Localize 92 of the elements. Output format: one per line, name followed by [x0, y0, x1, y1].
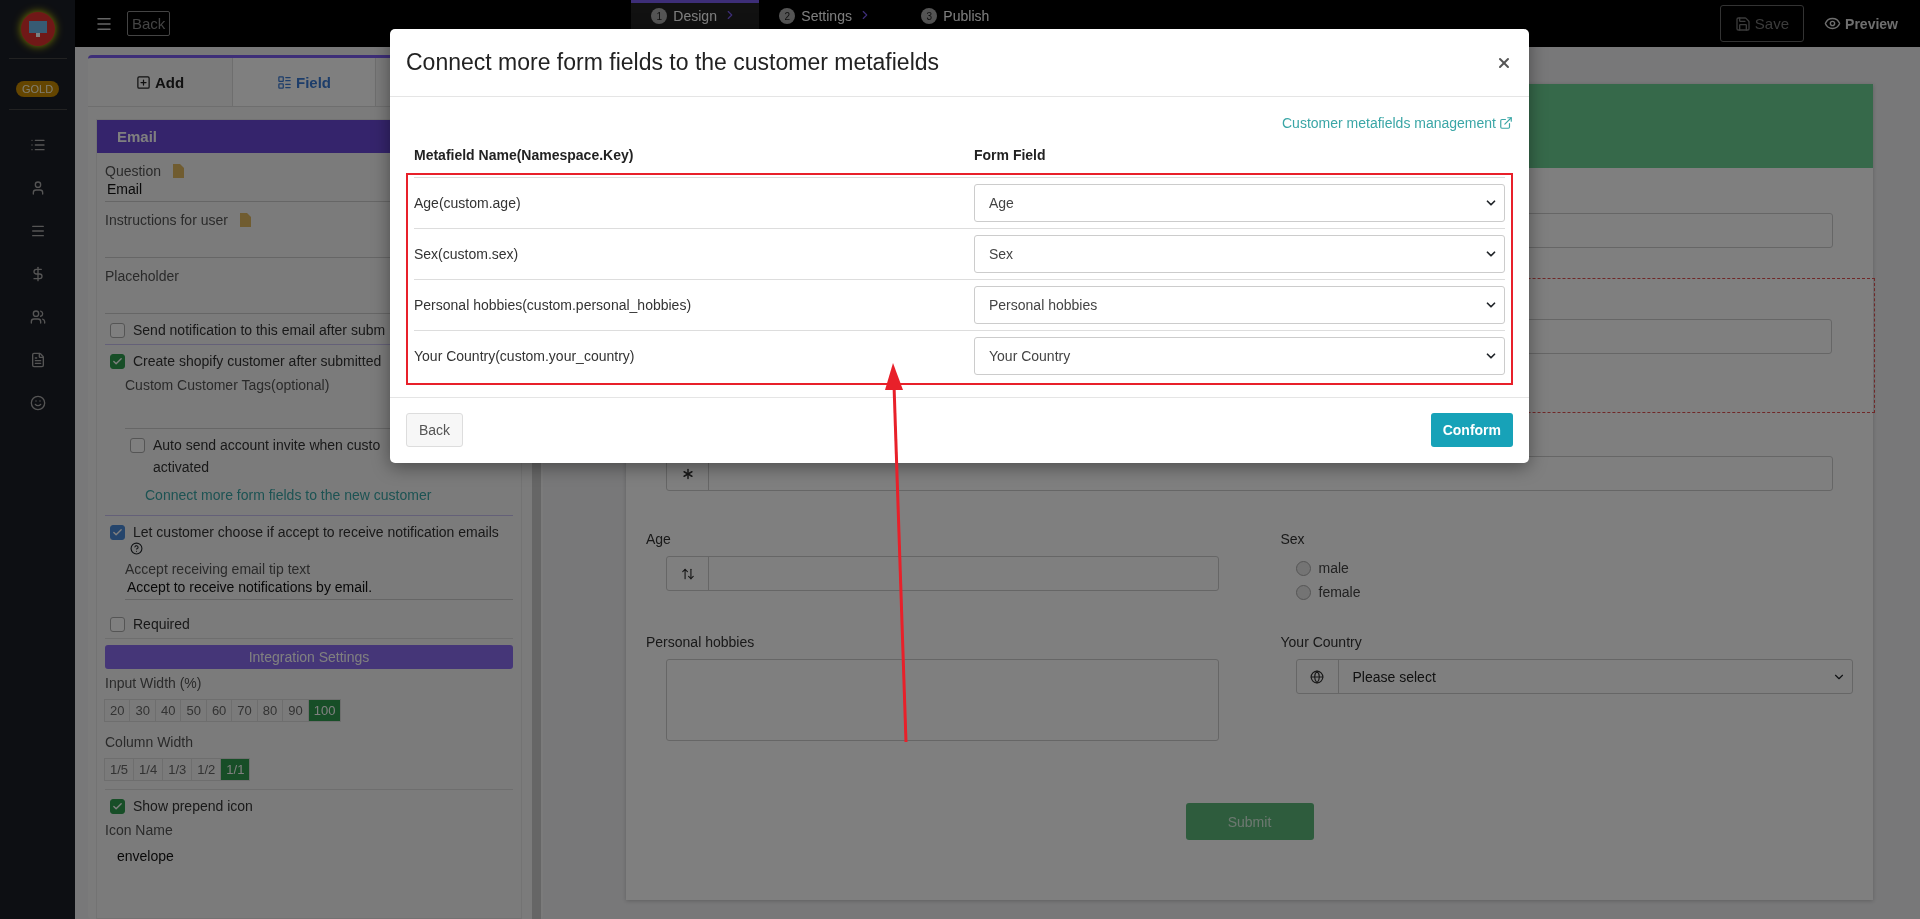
management-link[interactable]: Customer metafields management: [1282, 115, 1513, 131]
radio-button[interactable]: [1295, 560, 1311, 576]
eye-icon: [1824, 15, 1842, 32]
check-icon: [112, 527, 123, 538]
back-button[interactable]: Back: [127, 11, 171, 36]
document-icon: [239, 213, 251, 227]
document-icon[interactable]: [29, 352, 46, 368]
field-label: Personal hobbies: [646, 634, 756, 650]
radio-button[interactable]: [1295, 584, 1311, 600]
checkbox-label: Auto send account invite when custo: [153, 437, 381, 453]
checkbox-label: activated: [153, 459, 211, 475]
field-label: Accept receiving email tip text: [125, 561, 311, 577]
field-label: Icon Name: [105, 822, 173, 838]
radio-label: female: [1318, 584, 1361, 600]
metafield-name: Sex(custom.sex): [414, 246, 520, 262]
width-option[interactable]: 90: [282, 699, 309, 722]
checkbox-label: Let customer choose if accept to receive notification emails: [133, 524, 499, 540]
checkbox[interactable]: [110, 799, 125, 814]
plan-badge: GOLD: [15, 81, 60, 97]
document-icon: [173, 164, 185, 178]
external-link-icon: [1499, 116, 1513, 130]
width-option[interactable]: 100: [307, 699, 342, 722]
app-logo[interactable]: [20, 12, 55, 46]
radio-label: male: [1318, 560, 1349, 576]
width-option[interactable]: 1/5: [104, 758, 135, 781]
check-icon: [112, 356, 123, 367]
width-option[interactable]: 1/1: [220, 758, 251, 781]
checkbox-label: Send notification to this email after subm: [133, 322, 386, 338]
number-input[interactable]: [666, 556, 1219, 591]
width-option[interactable]: 70: [231, 699, 258, 722]
step-number: 2: [779, 8, 796, 24]
field-label: Instructions for user: [105, 212, 228, 228]
checkbox[interactable]: [110, 323, 125, 338]
conform-button[interactable]: Conform: [1430, 413, 1513, 447]
field-label: Input Width (%): [105, 675, 202, 691]
width-option[interactable]: 30: [129, 699, 156, 722]
field-label: Custom Customer Tags(optional): [125, 377, 330, 393]
field-label: Placeholder: [105, 268, 179, 284]
connect-fields-link[interactable]: Connect more form fields to the new customer: [145, 487, 432, 503]
checkbox-label: Required: [133, 616, 190, 632]
tip-text-field[interactable]: Accept to receive notifications by email.: [125, 577, 513, 600]
column-header: Form Field: [974, 147, 1047, 163]
field-label: Age: [646, 531, 672, 547]
form-field-select[interactable]: Age: [974, 184, 1505, 222]
smiley-icon[interactable]: [29, 395, 46, 411]
checkbox[interactable]: [110, 617, 125, 632]
step-tab[interactable]: 2 Settings: [759, 0, 902, 47]
save-button[interactable]: Save: [1719, 5, 1805, 42]
panel-tab[interactable]: Add: [88, 58, 232, 106]
plus-icon: [135, 74, 151, 90]
country-select[interactable]: Please select: [1295, 659, 1853, 694]
dialog-title: Connect more form fields to the customer metafields: [406, 49, 941, 76]
step-tab[interactable]: 3 Publish: [901, 0, 1044, 47]
preview-button[interactable]: Preview: [1818, 14, 1904, 33]
width-option[interactable]: 1/2: [191, 758, 222, 781]
form-field-select[interactable]: Personal hobbies: [974, 286, 1505, 324]
help-icon[interactable]: [130, 542, 143, 555]
width-option[interactable]: 20: [104, 699, 131, 722]
form-field-select[interactable]: Sex: [974, 235, 1505, 273]
list-icon: [277, 74, 292, 90]
list-icon[interactable]: [29, 137, 46, 153]
submit-button[interactable]: Submit: [1185, 803, 1314, 840]
step-label: Publish: [943, 8, 990, 24]
checkbox[interactable]: [110, 354, 125, 369]
globe-icon: [1310, 669, 1324, 684]
field-label: Question: [105, 163, 162, 179]
checkbox[interactable]: [110, 525, 125, 540]
field-label: Sex: [1280, 531, 1306, 547]
step-label: Settings: [801, 8, 852, 24]
section-header: Integration Settings: [105, 645, 513, 669]
icon-name-field[interactable]: envelope: [105, 846, 513, 868]
step-number: 1: [651, 8, 668, 24]
bars-icon[interactable]: [29, 223, 46, 239]
users-icon[interactable]: [29, 309, 46, 325]
checkbox[interactable]: [130, 438, 145, 453]
panel-tab[interactable]: Field: [232, 58, 376, 106]
checkbox-label: Create shopify customer after submitted: [133, 353, 382, 369]
sort-icon: [680, 566, 695, 581]
field-label: Your Country: [1280, 634, 1363, 650]
metafield-name: Personal hobbies(custom.personal_hobbies): [414, 297, 693, 313]
width-option[interactable]: 1/3: [162, 758, 193, 781]
step-label: Design: [673, 8, 717, 24]
metafield-name: Your Country(custom.your_country): [414, 348, 636, 364]
form-field-select[interactable]: Your Country: [974, 337, 1505, 375]
step-number: 3: [921, 8, 938, 24]
text-area[interactable]: [666, 659, 1219, 741]
width-option[interactable]: 50: [180, 699, 207, 722]
back-button[interactable]: Back: [406, 413, 464, 447]
field-label: Column Width: [105, 734, 193, 750]
check-icon: [112, 801, 123, 812]
checkbox-label: Show prepend icon: [133, 798, 253, 814]
width-option[interactable]: 1/4: [133, 758, 164, 781]
